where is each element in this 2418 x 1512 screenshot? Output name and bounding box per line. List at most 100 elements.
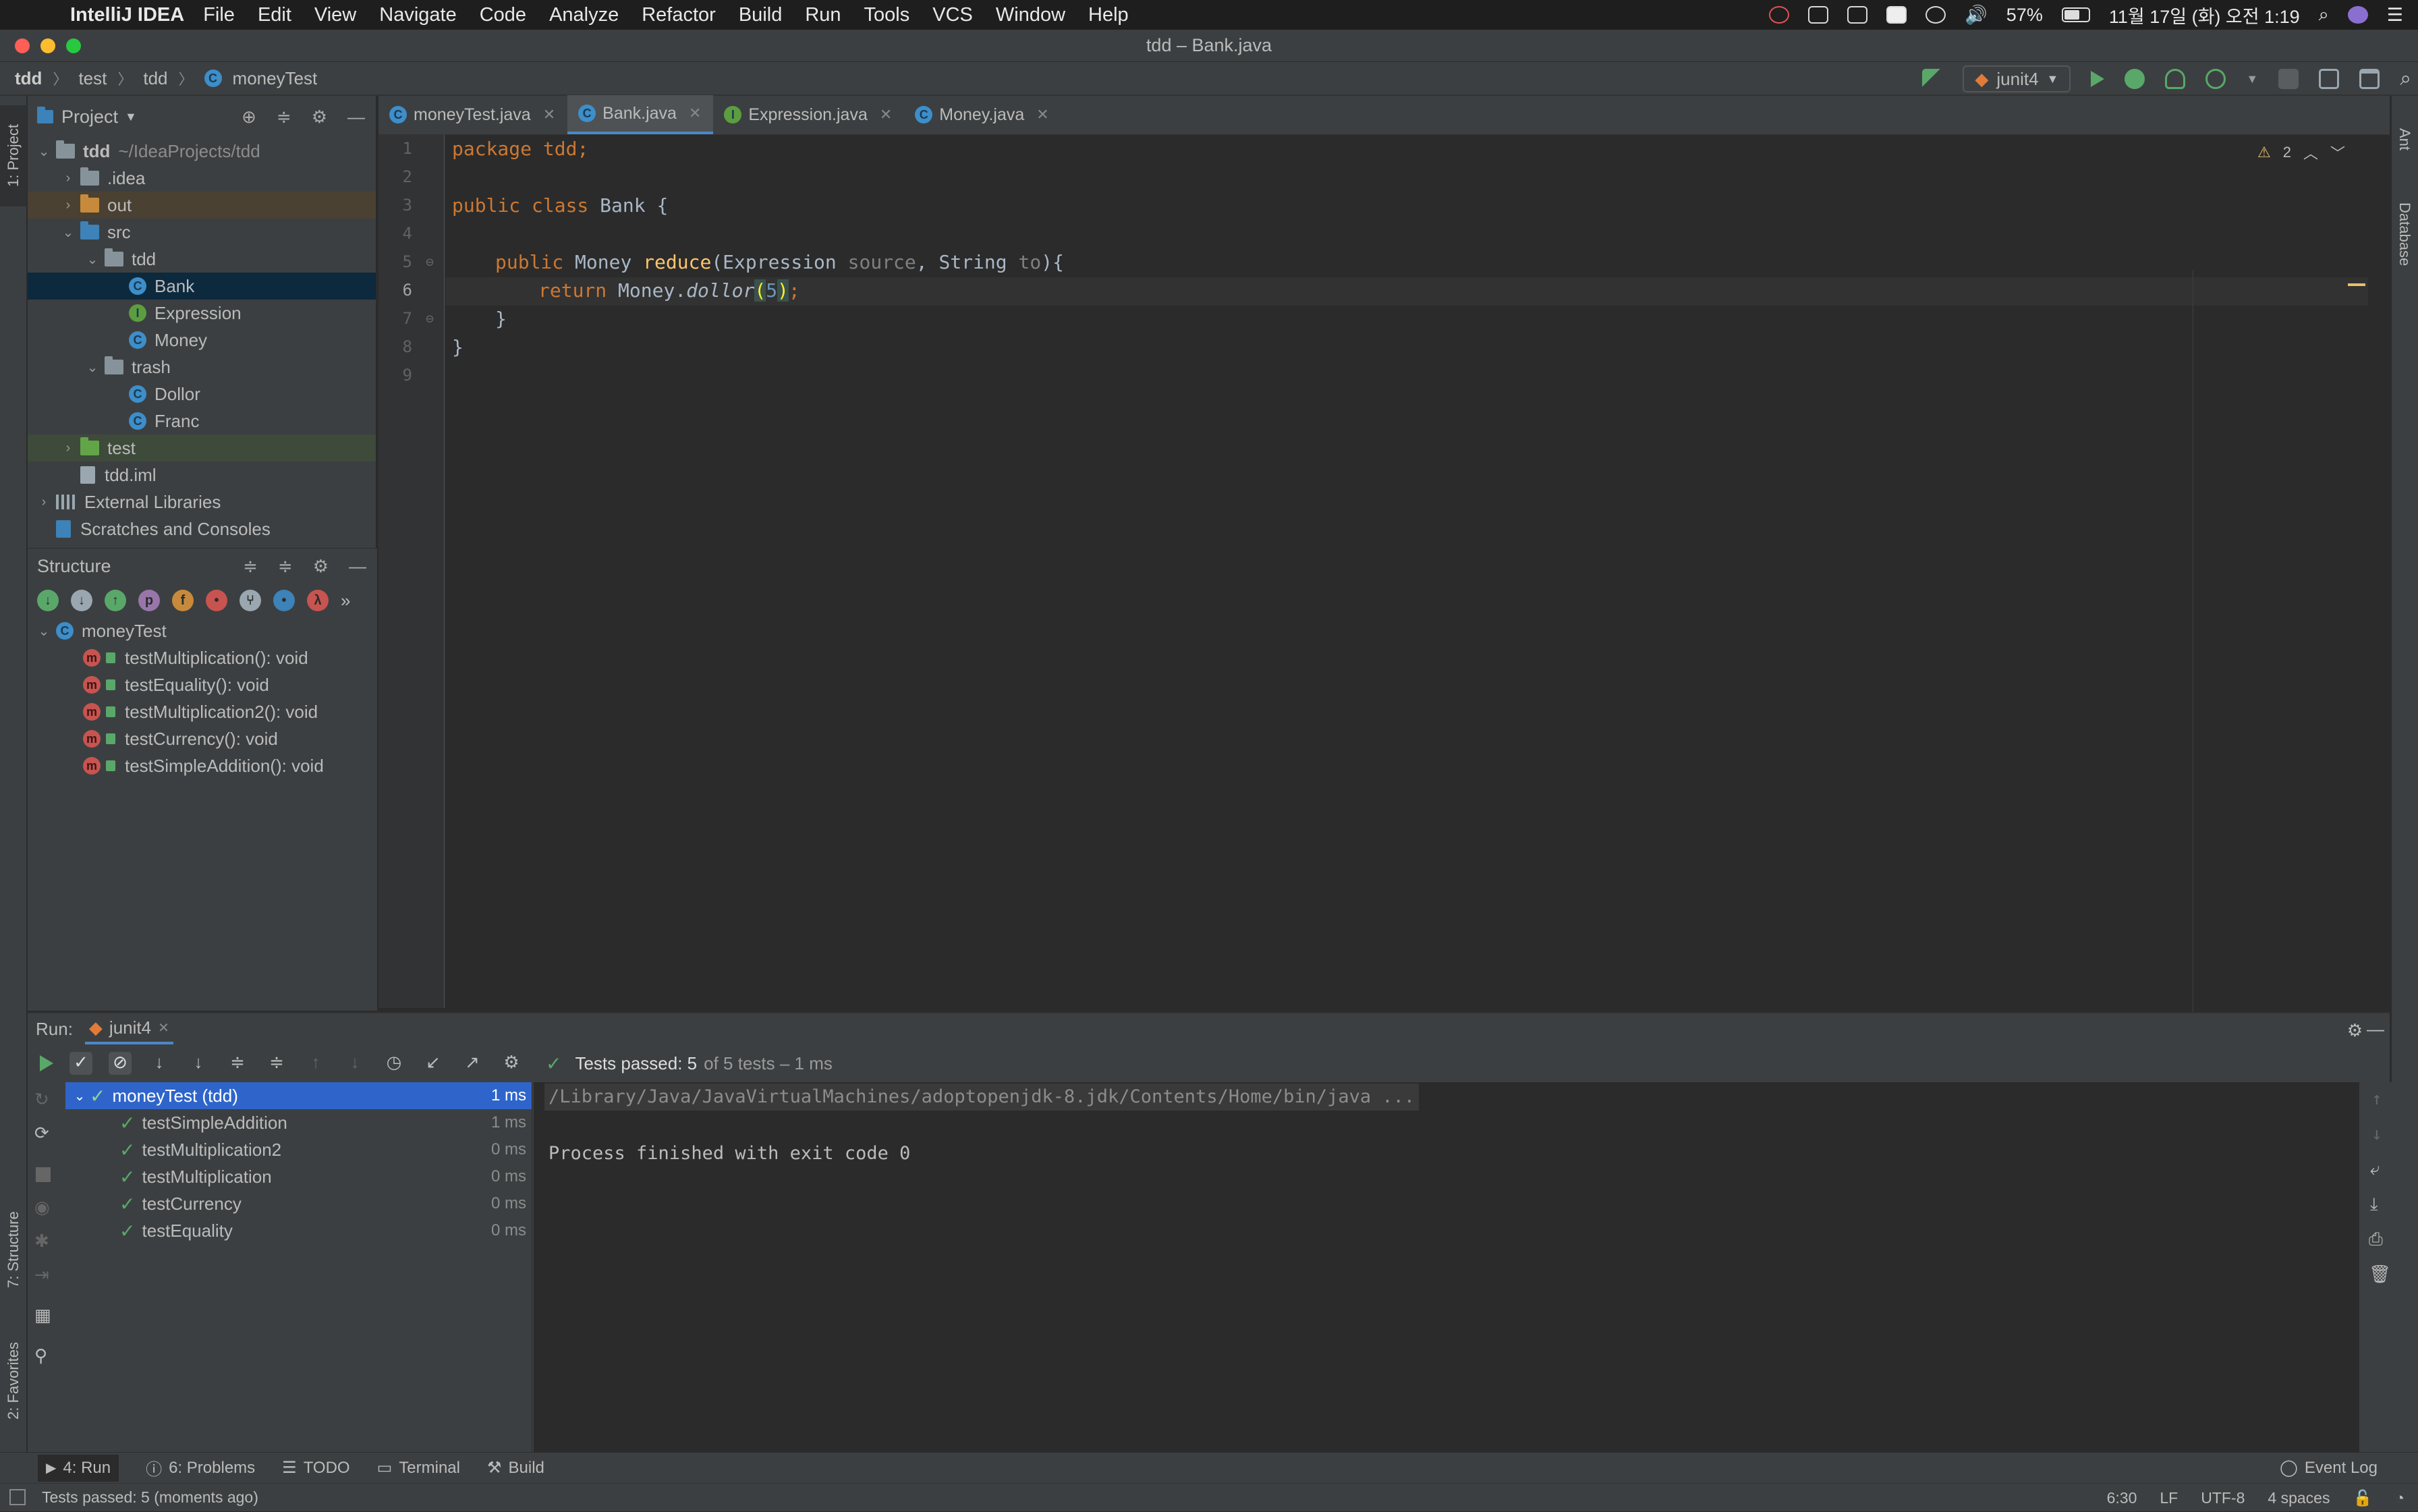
test-row[interactable]: ✓ testCurrency 0 ms: [65, 1190, 532, 1217]
warning-stripe-marker[interactable]: [2348, 283, 2365, 286]
chevron-right-icon[interactable]: ›: [56, 441, 80, 456]
previous-failed-icon[interactable]: ↑: [304, 1052, 327, 1075]
collapse-all-icon[interactable]: ≑: [265, 1052, 288, 1075]
tree-item-franc[interactable]: C Franc: [28, 408, 376, 435]
tab-event-log[interactable]: ◯ Event Log: [2280, 1458, 2378, 1478]
hide-panel-icon[interactable]: —: [347, 107, 365, 128]
import-tests-icon[interactable]: ↙: [422, 1052, 445, 1075]
input-source-icon[interactable]: [1886, 6, 1907, 24]
test-row[interactable]: ✓ testMultiplication 0 ms: [65, 1163, 532, 1190]
structure-method[interactable]: m testSimpleAddition(): void: [28, 752, 377, 779]
file-encoding[interactable]: UTF-8: [2201, 1489, 2245, 1507]
volume-icon[interactable]: 🔊: [1965, 4, 1988, 26]
app-menu[interactable]: IntelliJ IDEA: [70, 4, 184, 26]
collapse-all-icon[interactable]: ≑: [277, 107, 291, 128]
editor-gutter[interactable]: 1 2 3 4 5 6 7 8 9 ⊖ ⊖: [378, 135, 445, 1008]
profile-icon[interactable]: [2205, 69, 2226, 89]
menu-analyze[interactable]: Analyze: [549, 4, 619, 26]
expand-all-icon[interactable]: ≑: [226, 1052, 249, 1075]
chevron-down-icon[interactable]: ⌄: [80, 251, 105, 268]
run-configuration-select[interactable]: ◆ junit4 ▼: [1963, 65, 2071, 92]
chevron-down-icon[interactable]: ⌄: [32, 143, 56, 160]
chevron-down-icon[interactable]: ▼: [125, 110, 137, 124]
tab-ant[interactable]: Ant: [2391, 109, 2418, 170]
lock-icon[interactable]: 🔓: [2353, 1489, 2372, 1507]
breadcrumb-project[interactable]: tdd: [15, 68, 42, 89]
stop-icon[interactable]: [2278, 69, 2299, 89]
tree-item-scratches[interactable]: Scratches and Consoles: [28, 515, 376, 542]
chevron-down-icon[interactable]: ⌄: [32, 623, 56, 640]
tree-item-out[interactable]: › out: [28, 192, 376, 219]
menu-tools[interactable]: Tools: [864, 4, 910, 26]
tab-build[interactable]: ⚒ Build: [487, 1458, 544, 1478]
tree-item-dollor[interactable]: C Dollor: [28, 381, 376, 408]
show-inherited-icon[interactable]: ↑: [105, 590, 126, 611]
project-structure-icon[interactable]: [2319, 69, 2340, 89]
test-row[interactable]: ✓ testMultiplication2 0 ms: [65, 1136, 532, 1163]
close-icon[interactable]: ✕: [158, 1019, 169, 1036]
rerun-failed-icon[interactable]: ↻: [34, 1089, 49, 1110]
chevron-down-icon[interactable]: ﹀: [2330, 142, 2345, 163]
tree-item-money[interactable]: C Money: [28, 327, 376, 354]
display-icon[interactable]: [1847, 6, 1868, 24]
build-hammer-icon[interactable]: [1922, 69, 1943, 89]
tab-run-junit4[interactable]: ◆ junit4 ✕: [84, 1013, 173, 1044]
menu-edit[interactable]: Edit: [258, 4, 291, 26]
lambda-icon[interactable]: λ: [307, 590, 329, 611]
collapse-all-icon[interactable]: ≑: [278, 556, 293, 577]
test-row[interactable]: ✓ testEquality 0 ms: [65, 1217, 532, 1244]
tab-project[interactable]: 1: Project: [0, 105, 27, 206]
tree-item-root[interactable]: ⌄ tdd ~/IdeaProjects/tdd: [28, 138, 376, 165]
chevron-down-icon[interactable]: ▼: [2246, 72, 2258, 86]
print-icon[interactable]: ⎙: [2369, 1229, 2383, 1250]
menu-help[interactable]: Help: [1088, 4, 1129, 26]
chevron-down-icon[interactable]: ⌄: [69, 1088, 90, 1104]
chevron-down-icon[interactable]: ⌄: [80, 359, 105, 376]
close-icon[interactable]: ✕: [689, 105, 701, 122]
settings-icon[interactable]: ✱: [34, 1231, 49, 1252]
tree-item-test[interactable]: › test: [28, 435, 376, 461]
chevron-down-icon[interactable]: ⌄: [56, 224, 80, 241]
toggle-window-icon[interactable]: [2359, 69, 2380, 89]
menu-view[interactable]: View: [314, 4, 356, 26]
tab-terminal[interactable]: ▭ Terminal: [377, 1458, 460, 1478]
zoom-window-icon[interactable]: [66, 38, 81, 53]
battery-icon[interactable]: [2061, 7, 2090, 22]
menu-file[interactable]: File: [203, 4, 235, 26]
coverage-icon[interactable]: [2165, 69, 2186, 89]
breadcrumb-class[interactable]: moneyTest: [233, 68, 318, 89]
caret-position[interactable]: 6:30: [2107, 1489, 2137, 1507]
tree-item-package-trash[interactable]: ⌄ trash: [28, 354, 376, 381]
arrow-down-icon[interactable]: ↓: [2371, 1124, 2382, 1144]
chevron-right-icon[interactable]: ›: [56, 171, 80, 186]
close-window-icon[interactable]: [15, 38, 30, 53]
tree-item-iml[interactable]: tdd.iml: [28, 461, 376, 488]
tab-problems[interactable]: ⓘ 6: Problems: [146, 1456, 255, 1480]
sort-visibility-icon[interactable]: ↓: [37, 590, 59, 611]
chevron-right-icon[interactable]: ›: [56, 198, 80, 213]
chevron-right-icon[interactable]: ›: [32, 495, 56, 510]
show-fields-icon[interactable]: f: [172, 590, 194, 611]
menu-window[interactable]: Window: [996, 4, 1065, 26]
menu-refactor[interactable]: Refactor: [642, 4, 716, 26]
show-non-public-icon[interactable]: •: [206, 590, 227, 611]
history-icon[interactable]: ◷: [383, 1052, 405, 1075]
status-message[interactable]: Tests passed: 5 (moments ago): [42, 1488, 258, 1507]
show-anonymous-icon[interactable]: ⑂: [240, 590, 261, 611]
tree-item-expression[interactable]: I Expression: [28, 300, 376, 327]
gear-icon[interactable]: ⚙: [313, 556, 329, 577]
layout-icon[interactable]: ▦: [34, 1305, 51, 1326]
tab-money-java[interactable]: C Money.java ✕: [904, 95, 1061, 134]
menu-navigate[interactable]: Navigate: [379, 4, 456, 26]
tab-run[interactable]: ▶ 4: Run: [38, 1454, 119, 1482]
gear-icon[interactable]: ⚙: [312, 107, 327, 128]
chevron-up-icon[interactable]: ︿: [2303, 142, 2318, 163]
show-passed-icon[interactable]: ✓: [69, 1052, 92, 1075]
toggle-auto-test-icon[interactable]: ⟳: [34, 1123, 49, 1144]
menu-vcs[interactable]: VCS: [932, 4, 973, 26]
export-tests-icon[interactable]: ↗: [461, 1052, 484, 1075]
tab-todo[interactable]: ☰ TODO: [282, 1458, 349, 1478]
breadcrumb-package[interactable]: tdd: [143, 68, 167, 89]
sort-alpha-icon[interactable]: ↓: [148, 1052, 171, 1075]
show-properties-icon[interactable]: p: [138, 590, 160, 611]
